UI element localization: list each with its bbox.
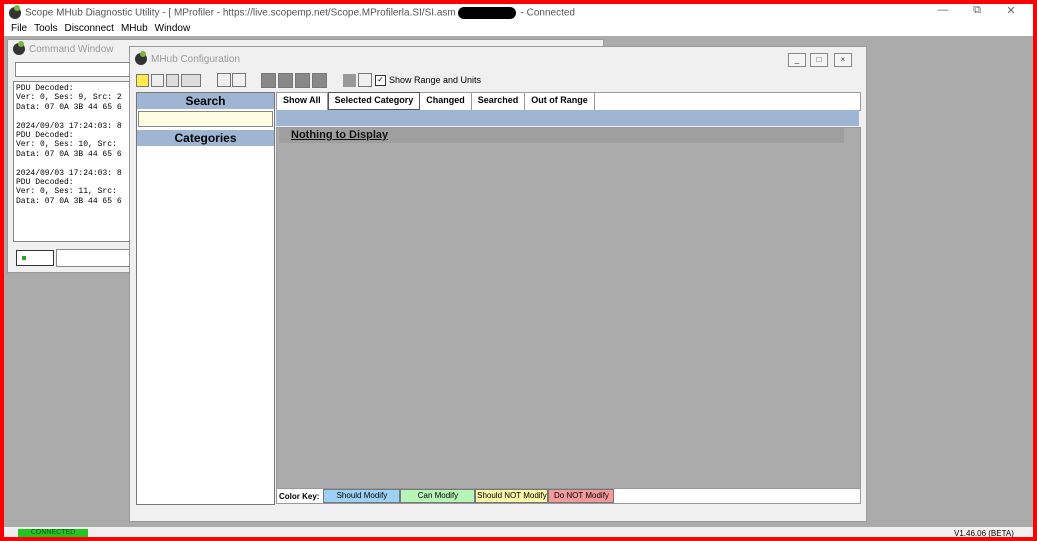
mhub-config-window[interactable]: MHub Configuration _ □ × ✓ Show Range an…	[129, 46, 867, 522]
redacted-block	[457, 6, 516, 19]
menu-mhub[interactable]: MHub	[121, 23, 148, 34]
mhub-titlebar[interactable]: MHub Configuration	[130, 47, 866, 71]
command-window-title: Command Window	[29, 43, 114, 55]
tab-selected-category[interactable]: Selected Category	[327, 92, 421, 110]
show-range-checkbox[interactable]: ✓	[375, 74, 386, 86]
parameter-grid[interactable]: Nothing to Display	[276, 127, 861, 489]
empty-message: Nothing to Display	[291, 129, 389, 141]
rev-lookup-icon[interactable]	[358, 73, 372, 87]
connection-status-badge: CONNECTED	[18, 529, 88, 537]
minimize-button[interactable]: —	[926, 4, 960, 16]
view-icon-1[interactable]	[261, 72, 276, 88]
close-button[interactable]: ✕	[994, 4, 1028, 17]
command-input[interactable]	[15, 62, 133, 77]
app-title: Scope MHub Diagnostic Utility - [ MProfi…	[25, 6, 575, 19]
app-logo-icon	[9, 4, 21, 19]
menu-window[interactable]: Window	[155, 23, 191, 34]
mhub-title: MHub Configuration	[151, 53, 240, 65]
command-log: PDU Decoded: Ver: 0, Ses: 9, Src: 2 Data…	[13, 81, 131, 242]
version-label: V1.46.06 (BETA)	[954, 529, 1014, 537]
menu-file[interactable]: File	[11, 23, 27, 34]
search-header: Search	[137, 93, 274, 109]
new-file-icon[interactable]	[136, 73, 149, 87]
key-can-modify: Can Modify	[400, 489, 476, 503]
tab-out-of-range[interactable]: Out of Range	[525, 93, 595, 110]
column-header-strip	[276, 110, 859, 126]
color-key-label: Color Key:	[279, 491, 320, 501]
key-do-not-modify: Do NOT Modify	[548, 489, 615, 503]
command-window-icon	[13, 41, 25, 55]
show-range-label: Show Range and Units	[389, 75, 482, 85]
menu-disconnect[interactable]: Disconnect	[64, 23, 113, 34]
sigma-dropdown-icon[interactable]	[181, 73, 201, 87]
mhub-close-button[interactable]: ×	[834, 53, 852, 67]
tab-show-all[interactable]: Show All	[277, 93, 328, 110]
menu-bar: File Tools Disconnect MHub Window	[4, 21, 1033, 36]
view-icon-4[interactable]	[312, 72, 327, 88]
key-should-modify: Should Modify	[323, 489, 401, 503]
categories-list[interactable]	[137, 146, 274, 486]
categories-header: Categories	[137, 130, 274, 146]
menu-tools[interactable]: Tools	[34, 23, 57, 34]
color-key-bar: Color Key: Should Modify Can Modify Shou…	[276, 488, 861, 504]
list-fill-icon[interactable]	[232, 73, 246, 87]
save-icon[interactable]	[166, 73, 179, 87]
search-input[interactable]	[138, 111, 273, 127]
empty-row: Nothing to Display	[279, 128, 844, 143]
search-categories-panel: Search Categories	[136, 92, 275, 505]
view-icon-3[interactable]	[295, 72, 310, 88]
mhub-minimize-button[interactable]: _	[788, 53, 806, 67]
mhub-toolbar: ✓ Show Range and Units	[136, 71, 481, 89]
port-fill-icon[interactable]	[217, 73, 231, 87]
key-should-not-modify: Should NOT Modify	[475, 489, 549, 503]
flag-icon[interactable]	[343, 73, 356, 87]
tab-changed[interactable]: Changed	[420, 93, 472, 110]
wand-icon[interactable]	[151, 73, 164, 87]
command-bottom-input[interactable]	[56, 249, 134, 267]
status-bar: CONNECTED V1.46.06 (BETA)	[4, 527, 1033, 537]
command-run-button[interactable]	[16, 250, 54, 266]
restore-button[interactable]: ⧉	[960, 4, 994, 17]
tab-searched[interactable]: Searched	[472, 93, 526, 110]
mhub-restore-button[interactable]: □	[810, 53, 828, 67]
view-icon-2[interactable]	[278, 72, 293, 88]
mhub-window-icon	[135, 51, 147, 65]
app-titlebar: Scope MHub Diagnostic Utility - [ MProfi…	[4, 4, 1033, 21]
filter-tabs: Show All Selected Category Changed Searc…	[276, 92, 861, 111]
